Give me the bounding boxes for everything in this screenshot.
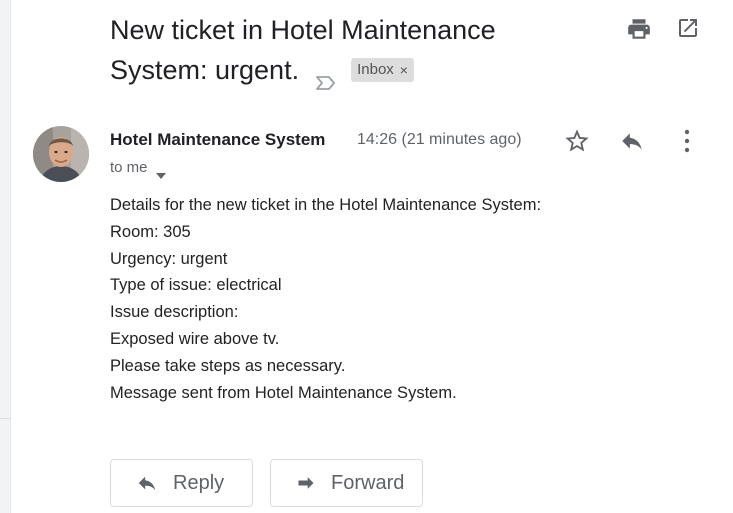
body-line: Urgency: urgent: [110, 249, 228, 268]
left-sidebar-edge: [0, 0, 10, 513]
subject-line-1: New ticket in Hotel Maintenance: [110, 15, 496, 45]
avatar[interactable]: [33, 126, 89, 182]
sidebar-divider-mark: [0, 418, 11, 419]
body-line: Issue description:: [110, 303, 239, 322]
importance-marker-icon[interactable]: [315, 62, 337, 90]
subject-line-2: System: urgent.: [110, 55, 300, 85]
body-line: Please take steps as necessary.: [110, 356, 346, 375]
body-line: Message sent from Hotel Maintenance Syst…: [110, 383, 457, 402]
reply-icon: [138, 476, 156, 491]
sender-name[interactable]: Hotel Maintenance System: [110, 129, 348, 151]
body-line: Details for the new ticket in the Hotel …: [110, 196, 542, 214]
body-line: Type of issue: electrical: [110, 276, 282, 295]
forward-icon: [298, 477, 314, 489]
more-vertical-icon[interactable]: [676, 127, 698, 155]
inbox-label-chip: Inbox ×: [351, 58, 414, 82]
timestamp: 14:26 (21 minutes ago): [357, 131, 522, 148]
star-icon[interactable]: [563, 127, 591, 155]
open-in-new-icon[interactable]: [676, 16, 702, 42]
email-body: Details for the new ticket in the Hotel …: [110, 192, 670, 406]
reply-button[interactable]: Reply: [110, 459, 253, 507]
forward-button[interactable]: Forward: [270, 459, 423, 507]
body-line: Exposed wire above tv.: [110, 329, 280, 348]
sidebar-divider: [10, 0, 11, 513]
recipient-text: to me: [110, 159, 148, 176]
body-line: Room: 305: [110, 222, 191, 241]
remove-label-button[interactable]: ×: [400, 59, 408, 81]
chevron-down-icon[interactable]: [155, 165, 166, 179]
recipient-details-toggle[interactable]: to me: [110, 158, 166, 179]
reply-button-label: Reply: [173, 471, 225, 494]
subject-row-2: System: urgent. Inbox ×: [110, 50, 590, 90]
reply-icon[interactable]: [618, 128, 646, 154]
label-chip-text: Inbox: [357, 61, 394, 78]
email-subject: New ticket in Hotel Maintenance System: …: [110, 10, 590, 90]
forward-button-label: Forward: [331, 471, 405, 494]
print-icon[interactable]: [626, 16, 652, 42]
